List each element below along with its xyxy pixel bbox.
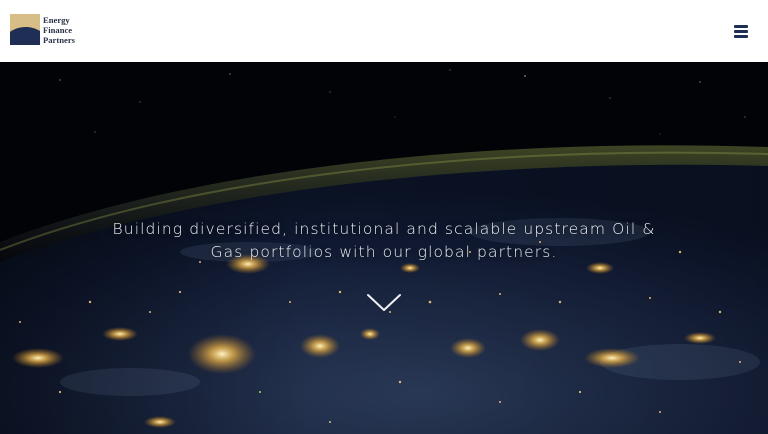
chevron-down-icon[interactable] (366, 293, 402, 313)
site-header: Energy Finance Partners (0, 0, 768, 62)
company-logo[interactable]: Energy Finance Partners (10, 14, 75, 45)
logo-line-partners: Partners (43, 35, 75, 45)
logo-wordmark: Energy Finance Partners (43, 15, 75, 45)
hero-headline-line-2: Gas portfolios with our global partners. (210, 243, 558, 261)
logo-mountain-icon (10, 14, 40, 45)
hero-headline: Building diversified, institutional and … (0, 218, 768, 264)
hero-section: Building diversified, institutional and … (0, 62, 768, 434)
logo-line-finance: Finance (43, 25, 73, 35)
hamburger-menu-icon[interactable] (734, 25, 750, 38)
hero-headline-line-1: Building diversified, institutional and … (112, 220, 656, 238)
logo-line-energy: Energy (43, 15, 70, 25)
